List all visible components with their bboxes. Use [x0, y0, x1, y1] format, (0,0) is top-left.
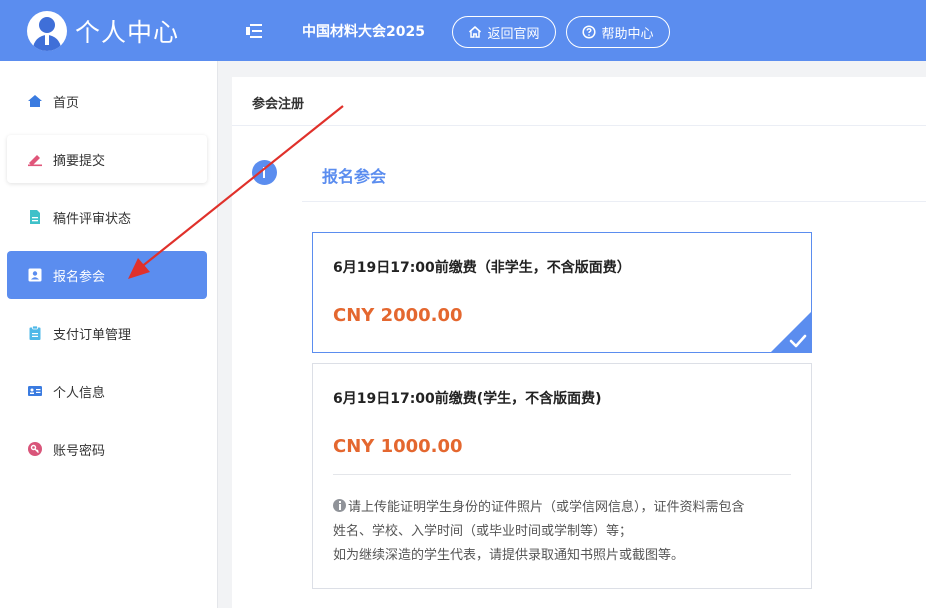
note-line: 请上传能证明学生身份的证件照片（或学信网信息），证件资料需包含	[348, 500, 745, 515]
sidebar-item-registration[interactable]: 报名参会	[7, 251, 207, 299]
id-badge-icon	[28, 268, 42, 282]
home-icon	[469, 26, 482, 38]
selected-check-icon	[771, 312, 811, 352]
note-line: 姓名、学校、入学时间（或毕业时间或学制等）等；	[333, 524, 633, 539]
document-icon	[30, 210, 40, 224]
main-panel: 参会注册 报名参会 6月19日17:00前缴费（非学生，不含版面费） CNY 2…	[232, 77, 926, 608]
user-avatar-icon	[27, 10, 67, 51]
step-indicator	[252, 160, 277, 185]
sidebar-item-home[interactable]: 首页	[7, 77, 207, 125]
return-website-label: 返回官网	[487, 26, 540, 42]
conference-title: 中国材料大会2025	[302, 24, 425, 40]
sidebar-item-order-management[interactable]: 支付订单管理	[7, 309, 207, 357]
step-title: 报名参会	[322, 167, 387, 186]
help-center-label: 帮助中心	[601, 26, 654, 42]
fee-option-price: CNY 2000.00	[333, 305, 463, 326]
clipboard-icon	[29, 325, 41, 340]
fee-option-name: 6月19日17:00前缴费（非学生，不含版面费）	[333, 260, 631, 276]
fee-option-name: 6月19日17:00前缴费(学生，不含版面费)	[333, 391, 602, 407]
sidebar-item-abstract-submit[interactable]: 摘要提交	[7, 135, 207, 183]
sidebar-item-label: 报名参会	[53, 269, 106, 285]
fee-option-non-student[interactable]: 6月19日17:00前缴费（非学生，不含版面费） CNY 2000.00	[312, 232, 812, 353]
info-icon	[333, 499, 346, 512]
sidebar-item-label: 稿件评审状态	[53, 211, 132, 227]
brand: 个人中心	[0, 0, 217, 61]
divider	[302, 201, 926, 202]
pen-icon	[28, 155, 42, 167]
question-circle-icon	[582, 25, 597, 39]
fee-option-price: CNY 1000.00	[333, 436, 463, 457]
home-icon	[28, 95, 42, 107]
sidebar: 首页 摘要提交 稿件评审状态 报名参会 支付订单管理 个人信息 账号密码	[0, 61, 218, 608]
divider	[333, 474, 791, 475]
top-header: 个人中心 中国材料大会2025 返回官网 帮助中心	[0, 0, 926, 61]
divider	[232, 125, 926, 126]
note-line: 如为继续深造的学生代表，请提供录取通知书照片或截图等。	[333, 548, 685, 563]
menu-toggle-icon[interactable]	[246, 22, 264, 40]
id-card-icon	[28, 386, 42, 396]
sidebar-item-review-status[interactable]: 稿件评审状态	[7, 193, 207, 241]
help-center-button[interactable]: 帮助中心	[566, 16, 670, 48]
sidebar-item-label: 摘要提交	[53, 153, 106, 169]
sidebar-item-account-password[interactable]: 账号密码	[7, 425, 207, 473]
fee-option-student[interactable]: 6月19日17:00前缴费(学生，不含版面费) CNY 1000.00 请上传能…	[312, 363, 812, 589]
sidebar-item-personal-info[interactable]: 个人信息	[7, 367, 207, 415]
sidebar-item-label: 账号密码	[53, 443, 106, 459]
return-website-button[interactable]: 返回官网	[452, 16, 556, 48]
brand-title: 个人中心	[75, 17, 180, 47]
sidebar-item-label: 支付订单管理	[53, 327, 132, 343]
student-note: 请上传能证明学生身份的证件照片（或学信网信息），证件资料需包含 姓名、学校、入学…	[333, 496, 793, 568]
key-icon	[28, 442, 42, 456]
sidebar-item-label: 首页	[53, 95, 80, 111]
tab-registration[interactable]: 参会注册	[252, 93, 304, 112]
sidebar-item-label: 个人信息	[53, 385, 106, 401]
